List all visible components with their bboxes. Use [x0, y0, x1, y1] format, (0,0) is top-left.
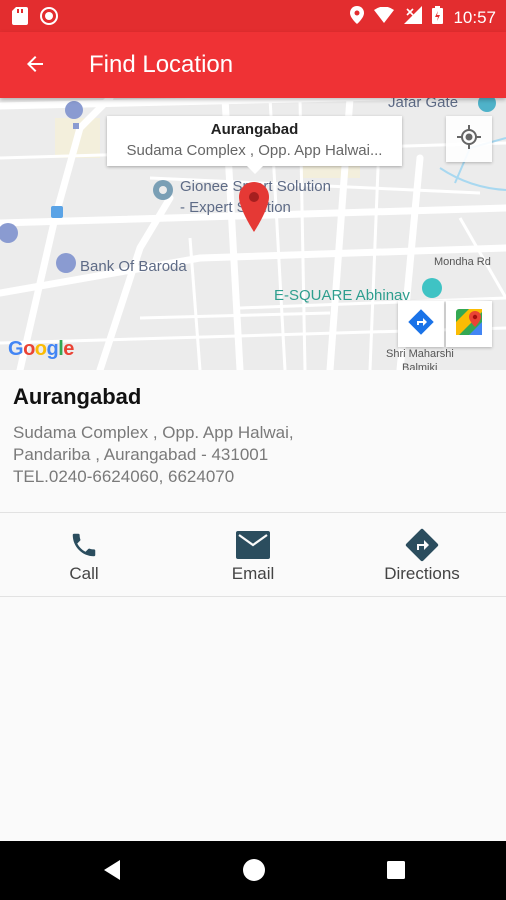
phone-line: TEL.0240-6624060, 6624070 — [13, 467, 235, 486]
map-label-bank: Bank Of Baroda — [80, 258, 187, 275]
signal-icon — [404, 6, 423, 29]
wifi-icon — [374, 6, 395, 28]
email-button[interactable]: Email — [169, 513, 337, 596]
location-name: Aurangabad — [13, 384, 142, 409]
map-label-shri-2: Balmiki — [402, 362, 438, 370]
marker-info-window[interactable]: Aurangabad Sudama Complex , Opp. App Hal… — [107, 116, 402, 174]
location-icon — [350, 6, 365, 29]
info-window-title: Aurangabad — [210, 121, 299, 138]
google-maps-icon — [455, 308, 483, 341]
arrow-back-icon — [23, 52, 47, 81]
recents-square-icon — [385, 859, 407, 886]
open-in-maps-button[interactable] — [446, 301, 492, 347]
back-button[interactable] — [18, 49, 52, 83]
sd-card-icon — [12, 7, 28, 30]
status-time: 10:57 — [453, 7, 496, 27]
google-logo: Google — [8, 338, 74, 360]
address-line-1: Sudama Complex , Opp. App Halwai, — [13, 423, 294, 442]
divider-bottom — [0, 596, 506, 597]
email-icon — [235, 529, 271, 561]
info-window-subtitle: Sudama Complex , Opp. App Halwai... — [126, 142, 383, 159]
app-bar: Find Location — [0, 32, 506, 98]
record-icon — [40, 7, 58, 30]
directions-button[interactable]: Directions — [338, 513, 506, 596]
address-line-2: Pandariba , Aurangabad - 431001 — [13, 445, 269, 464]
phone-icon — [66, 529, 102, 561]
nav-home-button[interactable] — [241, 858, 267, 887]
back-triangle-icon — [100, 858, 122, 887]
nav-back-button[interactable] — [98, 859, 124, 885]
action-row: Call Email Directions — [0, 513, 506, 596]
home-circle-icon — [242, 858, 266, 887]
location-details: Aurangabad Sudama Complex , Opp. App Hal… — [0, 370, 506, 512]
map-label-shri: Shri Maharshi — [386, 348, 454, 360]
nav-recents-button[interactable] — [383, 859, 409, 885]
map-label-esquare: E-SQUARE Abhinav — [274, 287, 410, 304]
call-label: Call — [69, 564, 99, 583]
map-view[interactable]: Jafar Gate Gionee Smart Solution - Exper… — [0, 98, 506, 370]
system-nav-bar — [0, 841, 506, 900]
map-label-gionee-2: - Expert Solution — [180, 199, 291, 216]
map-label-mondha: Mondha Rd — [434, 256, 491, 268]
battery-icon — [432, 6, 444, 29]
directions-label: Directions — [384, 564, 460, 583]
map-directions-button[interactable] — [398, 301, 444, 347]
directions-icon — [404, 528, 440, 562]
my-location-icon — [456, 124, 482, 155]
email-label: Email — [231, 564, 275, 583]
my-location-button[interactable] — [446, 116, 492, 162]
navigation-icon — [408, 308, 434, 340]
map-label-jafar-gate: Jafar Gate — [388, 98, 459, 111]
page-title: Find Location — [89, 51, 234, 78]
status-bar: 10:57 — [0, 0, 506, 32]
call-button[interactable]: Call — [0, 513, 168, 596]
map-marker-icon[interactable] — [239, 182, 269, 237]
